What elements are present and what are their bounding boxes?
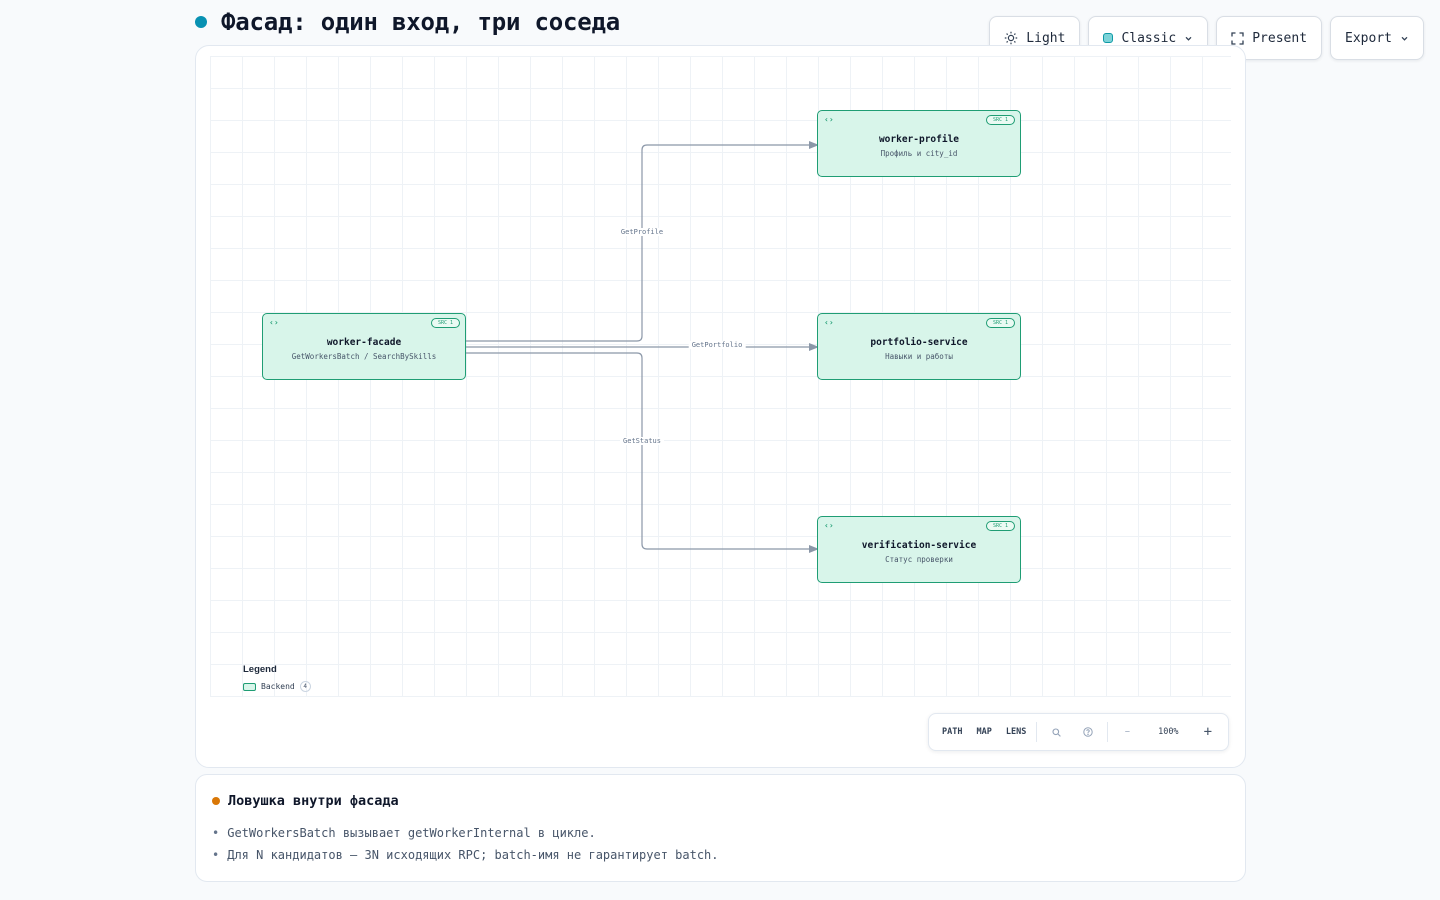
edge-label-getstatus: GetStatus — [620, 437, 664, 445]
edge-getstatus[interactable] — [466, 352, 819, 553]
chevron-down-icon — [1185, 36, 1192, 41]
node-worker-facade[interactable]: ‹› SRC 1 worker-facade GetWorkersBatch /… — [262, 313, 466, 380]
export-button[interactable]: Export — [1330, 16, 1424, 60]
lens-button[interactable]: LENS — [999, 714, 1033, 750]
canvas-controls: PATH MAP LENS − 100% + — [928, 713, 1229, 751]
note-list: GetWorkersBatch вызывает getWorkerIntern… — [212, 822, 1229, 866]
node-subtitle: Профиль и city_id — [880, 149, 958, 158]
page-title-row: Фасад: один вход, три соседа — [195, 6, 620, 38]
search-button[interactable] — [1040, 714, 1072, 750]
path-button[interactable]: PATH — [935, 714, 969, 750]
legend-item-backend[interactable]: Backend 4 — [243, 681, 311, 692]
style-swatch — [1103, 33, 1114, 43]
sun-icon — [1005, 31, 1018, 45]
node-title: verification-service — [861, 540, 977, 551]
legend-item-label: Backend — [261, 682, 295, 691]
export-button-label: Export — [1345, 30, 1392, 46]
node-title: portfolio-service — [870, 337, 968, 348]
zoom-out-button[interactable]: − — [1111, 714, 1143, 750]
zoom-level: 100% — [1158, 727, 1179, 737]
zoom-in-button[interactable]: + — [1194, 714, 1222, 750]
present-button-label: Present — [1252, 30, 1308, 46]
style-select-label: Classic — [1121, 30, 1177, 46]
note-item: GetWorkersBatch вызывает getWorkerIntern… — [212, 822, 1229, 844]
page-title: Фасад: один вход, три соседа — [221, 8, 620, 36]
title-dot — [195, 16, 207, 28]
node-subtitle: Навыки и работы — [885, 352, 953, 361]
note-card: Ловушка внутри фасада GetWorkersBatch вы… — [195, 774, 1246, 882]
note-dot — [212, 797, 220, 805]
fullscreen-icon — [1231, 31, 1244, 45]
node-portfolio-service[interactable]: ‹› SRC 1 portfolio-service Навыки и рабо… — [817, 313, 1021, 380]
node-verification-service[interactable]: ‹› SRC 1 verification-service Статус про… — [817, 516, 1021, 583]
edge-label-getportfolio: GetPortfolio — [688, 341, 746, 349]
node-badge: SRC 1 — [985, 318, 1015, 328]
edge-getprofile[interactable] — [466, 141, 819, 342]
node-title: worker-profile — [878, 134, 960, 145]
node-badge: SRC 1 — [985, 521, 1015, 531]
search-icon — [1052, 727, 1061, 737]
help-button[interactable] — [1072, 714, 1104, 750]
legend-item-count: 4 — [299, 681, 311, 692]
code-braces-icon: ‹› — [824, 115, 834, 124]
legend-title: Legend — [243, 664, 277, 675]
edge-label-getprofile: GetProfile — [617, 228, 667, 236]
node-subtitle: Статус проверки — [885, 555, 953, 564]
map-button[interactable]: MAP — [969, 714, 998, 750]
code-braces-icon: ‹› — [824, 521, 834, 530]
divider — [1107, 722, 1109, 742]
code-braces-icon: ‹› — [824, 318, 834, 327]
code-braces-icon: ‹› — [269, 318, 279, 327]
node-subtitle: GetWorkersBatch / SearchBySkills — [291, 352, 437, 361]
node-worker-profile[interactable]: ‹› SRC 1 worker-profile Профиль и city_i… — [817, 110, 1021, 177]
note-item: Для N кандидатов — 3N исходящих RPC; bat… — [212, 844, 1229, 866]
legend-swatch — [243, 682, 256, 691]
note-header: Ловушка внутри фасада — [212, 793, 1229, 809]
node-badge: SRC 1 — [985, 115, 1015, 125]
chevron-down-icon — [1401, 36, 1408, 41]
diagram-edges — [466, 141, 819, 553]
note-title: Ловушка внутри фасада — [228, 793, 399, 809]
divider — [1036, 722, 1038, 742]
help-icon — [1083, 727, 1094, 737]
theme-toggle-label: Light — [1026, 30, 1066, 46]
diagram-canvas[interactable]: GetProfile GetPortfolio GetStatus ‹› SRC… — [195, 45, 1246, 768]
diagram-legend: Legend Backend 4 — [243, 664, 311, 692]
node-title: worker-facade — [326, 337, 402, 348]
node-badge: SRC 1 — [430, 318, 460, 328]
